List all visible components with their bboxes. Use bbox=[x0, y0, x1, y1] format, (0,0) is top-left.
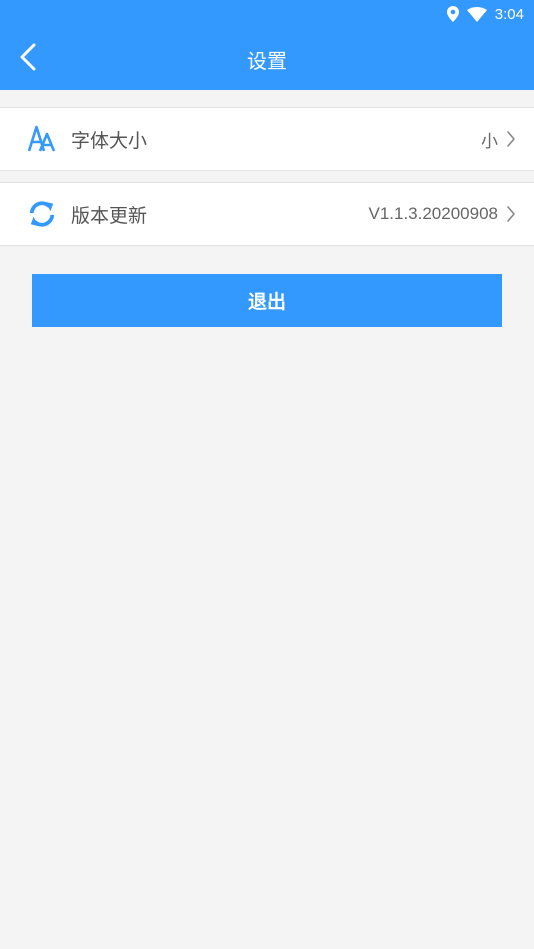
font-size-label: 字体大小 bbox=[71, 129, 148, 152]
location-icon bbox=[446, 6, 459, 22]
settings-row-version-update[interactable]: 版本更新 V1.1.3.20200908 bbox=[0, 182, 534, 246]
chevron-right-icon bbox=[506, 131, 516, 147]
font-size-icon bbox=[28, 123, 56, 155]
font-size-value: 小 bbox=[481, 131, 498, 151]
chevron-left-icon bbox=[19, 43, 37, 75]
wifi-icon bbox=[466, 6, 487, 22]
settings-row-font-size[interactable]: 字体大小 小 bbox=[0, 107, 534, 171]
page-title: 设置 bbox=[247, 48, 287, 73]
app-bar: 设置 bbox=[0, 28, 534, 90]
version-update-label: 版本更新 bbox=[71, 204, 148, 227]
version-value: V1.1.3.20200908 bbox=[368, 204, 498, 223]
status-bar: 3:04 bbox=[0, 0, 534, 28]
logout-button[interactable]: 退出 bbox=[32, 274, 502, 327]
status-time: 3:04 bbox=[494, 5, 524, 23]
back-button[interactable] bbox=[8, 39, 48, 79]
refresh-icon bbox=[28, 198, 56, 230]
chevron-right-icon bbox=[506, 206, 516, 222]
